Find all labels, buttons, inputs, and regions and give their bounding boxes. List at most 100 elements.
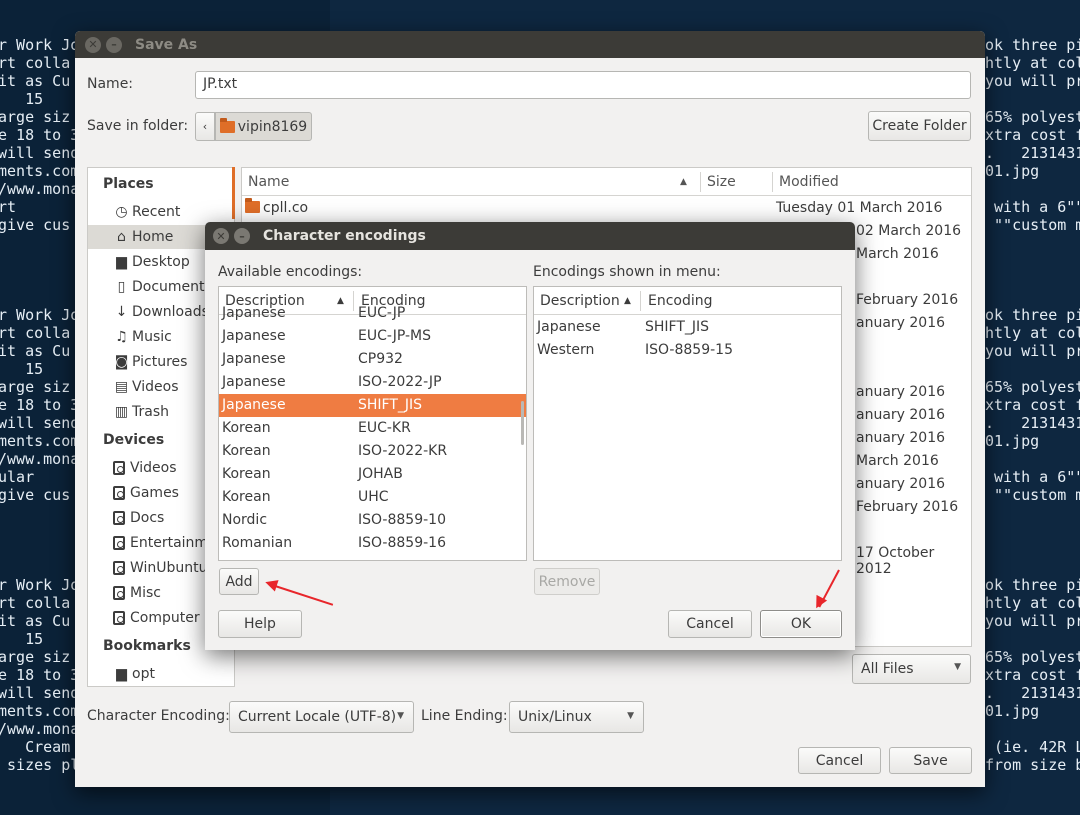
file-modified: 17 October 2012: [856, 545, 935, 577]
save-button[interactable]: Save: [889, 747, 972, 774]
terminal-line: xtra cost f: [985, 126, 1080, 144]
encoding-row[interactable]: Japanese ISO-2022-JP: [219, 371, 526, 394]
encoding-row[interactable]: Japanese SHIFT_JIS: [219, 394, 526, 417]
terminal-line: r Work Jo: [0, 36, 80, 54]
drive-icon: [113, 561, 125, 575]
encoding-description: Romanian: [222, 535, 293, 551]
terminal-line: . 2131431: [985, 414, 1080, 432]
sidebar-item-label: WinUbuntu: [130, 560, 208, 576]
character-encoding-combo[interactable]: Current Locale (UTF-8) ▼: [229, 701, 414, 733]
encoding-row[interactable]: Japanese CP932: [219, 348, 526, 371]
available-encodings-list[interactable]: Description ▲ Encoding Japanese EUC-JP Jap…: [218, 286, 527, 561]
terminal-line: give cus: [0, 216, 71, 234]
column-description[interactable]: Description: [540, 293, 620, 309]
add-button[interactable]: Add: [219, 568, 259, 595]
file-modified: Tuesday 01 March 2016: [776, 200, 943, 216]
dialog-cancel-button[interactable]: Cancel: [668, 610, 752, 638]
encodings-titlebar: ✕ – Character encodings: [205, 222, 855, 250]
document-icon: ▯: [117, 279, 126, 295]
save-as-cancel-button[interactable]: Cancel: [798, 747, 881, 774]
terminal-line: arge siz: [0, 108, 71, 126]
encoding-name: SHIFT_JIS: [645, 319, 710, 335]
sidebar-item-label: Pictures: [132, 354, 188, 370]
shown-encodings-list[interactable]: Description ▲ Encoding Japanese SHIFT_JIS…: [533, 286, 842, 561]
sidebar-bookmark-opt[interactable]: ▆ opt: [88, 662, 234, 686]
terminal-line: will send: [0, 144, 80, 162]
column-modified[interactable]: Modified: [779, 174, 839, 190]
download-icon: ↓: [115, 304, 128, 320]
terminal-line: xtra cost f: [985, 396, 1080, 414]
sidebar-item-label: Downloads: [132, 304, 209, 320]
encoding-row[interactable]: Korean UHC: [219, 486, 526, 509]
file-modified: March 2016: [856, 246, 939, 262]
encoding-row[interactable]: Japanese SHIFT_JIS: [534, 316, 841, 339]
file-row[interactable]: cpll.co Tuesday 01 March 2016: [242, 197, 971, 220]
save-in-folder-label: Save in folder:: [87, 118, 189, 134]
terminal-line: 01.jpg: [985, 162, 1040, 180]
line-ending-value: Unix/Linux: [518, 709, 592, 725]
minimize-icon[interactable]: –: [106, 36, 122, 53]
close-icon[interactable]: ✕: [213, 228, 229, 244]
sidebar-item-label: Docs: [130, 510, 165, 526]
drive-icon: [113, 461, 125, 475]
scrollbar[interactable]: [521, 401, 524, 445]
encoding-row[interactable]: Romanian ISO-8859-16: [219, 532, 526, 555]
file-modified: anuary 2016: [856, 430, 946, 446]
encoding-name: CP932: [358, 351, 403, 367]
encoding-row[interactable]: Japanese EUC-JP: [219, 302, 526, 325]
devices-heading: Devices: [103, 432, 165, 448]
file-modified: anuary 2016: [856, 384, 946, 400]
path-back-button[interactable]: ‹: [195, 112, 215, 141]
encoding-row[interactable]: Korean EUC-KR: [219, 417, 526, 440]
encoding-name: ISO-2022-KR: [358, 443, 448, 459]
sidebar-item-label: Home: [132, 229, 174, 245]
encoding-description: Japanese: [222, 397, 286, 413]
terminal-text-right: ok three pi htly at col you will pr 65% po…: [985, 36, 1080, 774]
line-ending-combo[interactable]: Unix/Linux ▼: [509, 701, 644, 733]
create-folder-button[interactable]: Create Folder: [868, 111, 971, 141]
terminal-line: 65% polyest: [985, 378, 1080, 396]
drive-icon: [113, 511, 125, 525]
sidebar-item-recent[interactable]: ◷ Recent: [88, 200, 234, 224]
column-encoding[interactable]: Encoding: [648, 293, 713, 309]
create-folder-label: Create Folder: [872, 118, 967, 134]
help-button[interactable]: Help: [218, 610, 302, 638]
path-folder-button[interactable]: vipin8169: [215, 112, 312, 141]
sidebar-item-label: Recent: [132, 204, 181, 220]
terminal-line: give cus: [0, 486, 71, 504]
filename-input[interactable]: JP.txt: [195, 71, 971, 99]
encoding-row[interactable]: Western ISO-8859-15: [534, 339, 841, 362]
minimize-icon[interactable]: –: [234, 228, 250, 244]
encoding-row[interactable]: Nordic ISO-8859-10: [219, 509, 526, 532]
encoding-row[interactable]: Japanese EUC-JP-MS: [219, 325, 526, 348]
path-folder-label: vipin8169: [237, 118, 308, 135]
encoding-row[interactable]: Korean ISO-2022-KR: [219, 440, 526, 463]
terminal-line: /www.mona: [0, 180, 80, 198]
column-size[interactable]: Size: [707, 174, 736, 190]
ok-button[interactable]: OK: [760, 610, 842, 638]
terminal-line: 15: [0, 90, 44, 108]
music-icon: ♫: [115, 329, 128, 345]
sidebar-item-label: Games: [130, 485, 179, 501]
terminal-line: you will pr: [985, 612, 1080, 630]
sidebar-scroll-indicator: [232, 167, 235, 219]
close-icon[interactable]: ✕: [85, 36, 101, 53]
encoding-row[interactable]: Korean JOHAB: [219, 463, 526, 486]
file-filter-combo[interactable]: All Files ▼: [852, 654, 971, 684]
file-modified: anuary 2016: [856, 407, 946, 423]
clock-icon: ◷: [115, 204, 128, 220]
character-encoding-value: Current Locale (UTF-8): [238, 709, 397, 725]
remove-button[interactable]: Remove: [534, 568, 600, 595]
encoding-name: ISO-8859-15: [645, 342, 733, 358]
home-icon: ⌂: [117, 229, 126, 245]
column-name[interactable]: Name: [248, 174, 289, 190]
